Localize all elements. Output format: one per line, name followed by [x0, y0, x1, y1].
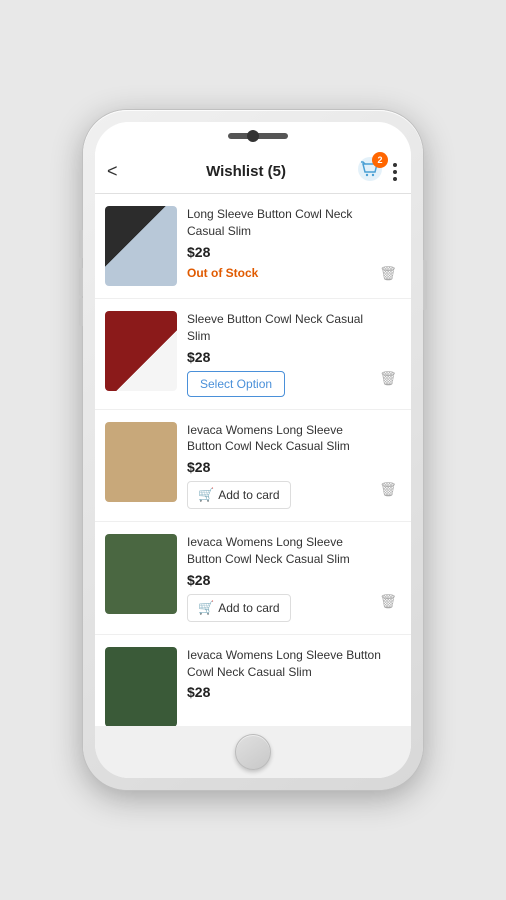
item-price: $28 — [187, 349, 365, 365]
item-right: 🗑 — [375, 311, 401, 391]
home-button[interactable] — [235, 734, 271, 770]
item-action-row: 🛒 Add to card — [187, 594, 365, 622]
item-details: Long Sleeve Button Cowl Neck Casual Slim… — [187, 206, 365, 280]
cart-badge: 2 — [372, 152, 388, 168]
item-right: 🗑 — [375, 534, 401, 614]
camera — [247, 130, 259, 142]
add-to-cart-button[interactable]: 🛒 Add to card — [187, 594, 291, 622]
item-price: $28 — [187, 244, 365, 260]
item-image — [105, 206, 177, 286]
item-price: $28 — [187, 684, 391, 700]
wishlist-item: Long Sleeve Button Cowl Neck Casual Slim… — [95, 194, 411, 299]
item-price: $28 — [187, 459, 365, 475]
app-header: < Wishlist (5) 2 — [95, 150, 411, 194]
back-button[interactable]: < — [107, 161, 135, 182]
item-details: Sleeve Button Cowl Neck Casual Slim $28 … — [187, 311, 365, 397]
phone-screen: < Wishlist (5) 2 — [95, 122, 411, 778]
item-details: Ievaca Womens Long Sleeve Button Cowl Ne… — [187, 534, 365, 622]
home-button-area — [95, 726, 411, 778]
item-name: Ievaca Womens Long Sleeve Button Cowl Ne… — [187, 647, 391, 681]
item-image — [105, 647, 177, 726]
item-image — [105, 534, 177, 614]
wishlist-list: Long Sleeve Button Cowl Neck Casual Slim… — [95, 194, 411, 726]
item-action-row: Out of Stock — [187, 266, 365, 280]
item-name: Ievaca Womens Long Sleeve Button Cowl Ne… — [187, 534, 365, 568]
item-action-row: Select Option — [187, 371, 365, 397]
delete-button[interactable]: 🗑 — [375, 477, 401, 502]
cart-btn-icon: 🛒 — [198, 487, 214, 503]
add-to-cart-label: Add to card — [218, 488, 279, 502]
add-to-cart-label: Add to card — [218, 601, 279, 615]
page-title: Wishlist (5) — [206, 163, 286, 180]
wishlist-item: Sleeve Button Cowl Neck Casual Slim $28 … — [95, 299, 411, 410]
item-price: $28 — [187, 572, 365, 588]
item-name: Sleeve Button Cowl Neck Casual Slim — [187, 311, 365, 345]
add-to-cart-button[interactable]: 🛒 Add to card — [187, 481, 291, 509]
delete-button[interactable]: 🗑 — [375, 261, 401, 286]
item-right: 🗑 — [375, 206, 401, 286]
delete-button[interactable]: 🗑 — [375, 366, 401, 391]
item-details: Ievaca Womens Long Sleeve Button Cowl Ne… — [187, 647, 391, 701]
cart-btn-icon: 🛒 — [198, 600, 214, 616]
delete-button[interactable]: 🗑 — [375, 589, 401, 614]
item-image — [105, 311, 177, 391]
wishlist-item: Ievaca Womens Long Sleeve Button Cowl Ne… — [95, 522, 411, 635]
item-name: Ievaca Womens Long Sleeve Button Cowl Ne… — [187, 422, 365, 456]
item-image — [105, 422, 177, 502]
wishlist-item: Ievaca Womens Long Sleeve Button Cowl Ne… — [95, 410, 411, 523]
more-menu-button[interactable] — [391, 161, 399, 183]
status-bar — [95, 122, 411, 150]
select-option-button[interactable]: Select Option — [187, 371, 285, 397]
item-details: Ievaca Womens Long Sleeve Button Cowl Ne… — [187, 422, 365, 510]
phone-frame: < Wishlist (5) 2 — [83, 110, 423, 790]
item-right: 🗑 — [375, 422, 401, 502]
header-actions: 2 — [357, 156, 399, 187]
cart-button[interactable]: 2 — [357, 156, 383, 187]
out-of-stock-label: Out of Stock — [187, 266, 258, 280]
wishlist-item: Ievaca Womens Long Sleeve Button Cowl Ne… — [95, 635, 411, 726]
item-action-row: 🛒 Add to card — [187, 481, 365, 509]
item-name: Long Sleeve Button Cowl Neck Casual Slim — [187, 206, 365, 240]
